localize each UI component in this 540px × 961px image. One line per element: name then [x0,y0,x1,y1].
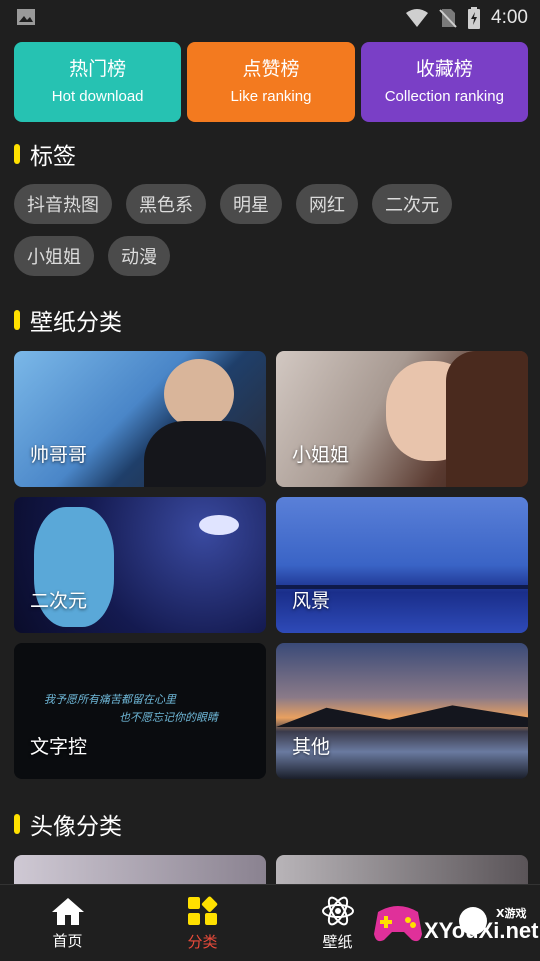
category-label: 其他 [292,736,331,758]
category-icon [187,896,217,925]
tags-section-title: 标签 [14,139,76,170]
watermark: X游戏 XYouXi.net [368,888,539,956]
category-card-text[interactable]: 我予愿所有痛苦都留在心里 也不愿忘记你的眼睛 文字控 [14,643,266,779]
category-card-handsome[interactable]: 帅哥哥 [14,351,266,487]
image-icon [17,9,35,25]
nav-label: 首页 [52,931,83,950]
avatar-section-title: 头像分类 [14,809,122,840]
category-card-girl[interactable]: 小姐姐 [276,351,528,487]
category-card-other[interactable]: 其他 [276,643,528,779]
wallpaper-section-title: 壁纸分类 [14,305,122,336]
category-label: 风景 [292,590,331,612]
category-label: 小姐姐 [292,444,350,466]
tag-chip[interactable]: 明星 [220,184,282,224]
nav-label: 分类 [187,932,218,951]
photo-figure [144,421,266,487]
like-ranking-button[interactable]: 点赞榜 Like ranking [187,42,355,122]
button-title: 热门榜 [69,58,127,80]
tag-list: 抖音热图 黑色系 明星 网红 二次元 小姐姐 动漫 [14,184,528,276]
button-title: 收藏榜 [415,58,473,80]
watermark-text: XYouXi.net [424,918,539,943]
wallpaper-category-grid: 帅哥哥 小姐姐 二次元 风景 我予愿所有痛苦都留在心里 也不愿忘记你的眼睛 文字… [14,351,528,779]
category-label: 二次元 [30,590,88,612]
ranking-buttons: 热门榜 Hot download 点赞榜 Like ranking 收藏榜 Co… [14,42,528,122]
accent-bar [14,814,20,834]
no-sim-icon [439,9,457,28]
button-title: 点赞榜 [242,58,300,80]
hot-download-button[interactable]: 热门榜 Hot download [14,42,182,122]
nav-label: 壁纸 [322,932,353,951]
tag-chip[interactable]: 动漫 [108,236,170,276]
atom-icon [321,896,354,925]
nav-category[interactable]: 分类 [135,885,270,961]
category-card-scenery[interactable]: 风景 [276,497,528,633]
accent-bar [14,310,20,330]
quote-line: 我予愿所有痛苦都留在心里 [44,693,176,706]
accent-bar [14,144,20,164]
button-subtitle: Like ranking [230,88,312,105]
category-card-anime[interactable]: 二次元 [14,497,266,633]
gamepad-logo-icon [374,906,422,942]
tag-chip[interactable]: 小姐姐 [14,236,94,276]
tag-chip[interactable]: 二次元 [372,184,452,224]
category-label: 文字控 [30,736,88,758]
tag-chip[interactable]: 抖音热图 [14,184,112,224]
battery-icon [468,7,481,29]
tag-chip[interactable]: 网红 [296,184,358,224]
section-title-text: 壁纸分类 [30,310,122,336]
photo-mountain [276,705,528,727]
quote-line: 也不愿忘记你的眼睛 [119,711,218,724]
category-label: 帅哥哥 [30,444,88,466]
collection-ranking-button[interactable]: 收藏榜 Collection ranking [360,42,528,122]
button-subtitle: Collection ranking [384,88,504,105]
button-subtitle: Hot download [51,88,144,105]
section-title-text: 头像分类 [30,814,122,840]
photo-figure [199,515,239,535]
home-icon [51,897,84,925]
tag-chip[interactable]: 黑色系 [126,184,206,224]
status-bar: 4:00 [0,0,540,36]
wifi-icon [406,9,429,27]
section-title-text: 标签 [30,144,76,170]
nav-home[interactable]: 首页 [0,885,135,961]
photo-figure [164,359,234,429]
photo-figure [446,351,528,487]
clock: 4:00 [491,7,528,28]
